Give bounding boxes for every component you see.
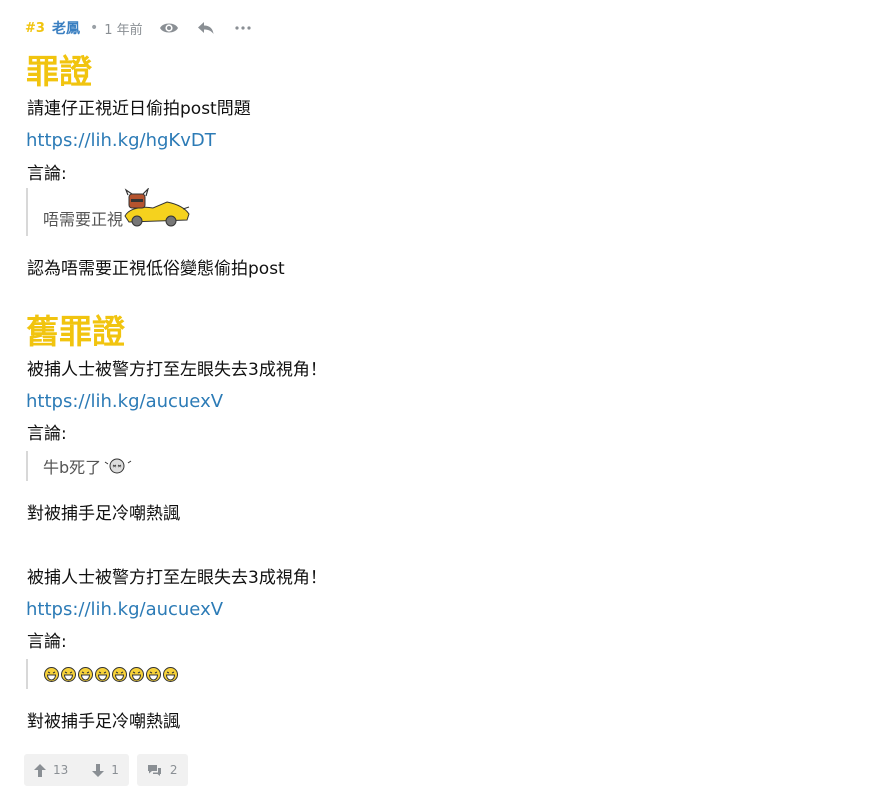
laughing-face-icon <box>61 666 76 682</box>
post-header: #3 老鳳 • 1 年前 <box>25 16 253 40</box>
replies-count: 2 <box>169 763 178 777</box>
comment-text: 對被捕手足冷嘲熱諷 <box>27 712 180 732</box>
quote-text: 唔需要正視 <box>43 210 124 229</box>
emoji-row <box>43 666 179 683</box>
laughing-face-icon <box>112 666 127 682</box>
author-name[interactable]: 老鳳 <box>52 18 80 38</box>
section-text: 請連仔正視近日偷拍post問題 <box>27 99 251 119</box>
laughing-face-icon <box>95 666 110 682</box>
blockquote <box>26 659 179 689</box>
comment-text: 對被捕手足冷嘲熱諷 <box>27 504 180 524</box>
separator-dot: • <box>89 20 99 36</box>
downvote-count: 1 <box>111 763 119 777</box>
section-title-old-evidence: 舊罪證 <box>26 312 125 351</box>
post-time: 1 年前 <box>104 22 143 38</box>
thumbs-up-icon <box>34 763 46 777</box>
car-sticker-icon <box>123 188 191 228</box>
section-title-evidence: 罪證 <box>26 52 92 91</box>
evidence-link[interactable]: https://lih.kg/aucuexV <box>26 598 223 622</box>
laughing-face-icon <box>44 666 59 682</box>
eye-icon[interactable] <box>159 18 179 38</box>
replies-button[interactable]: 2 <box>136 754 188 786</box>
remarks-label: 言論: <box>27 424 67 444</box>
quote-text: 牛b死了 <box>43 458 102 477</box>
laughing-face-icon <box>78 666 93 682</box>
comments-icon <box>147 764 161 776</box>
laughing-face-icon <box>146 666 161 682</box>
more-options-icon[interactable] <box>233 18 253 38</box>
section-text: 被捕人士被警方打至左眼失去3成視角！ <box>27 568 327 588</box>
evidence-link[interactable]: https://lih.kg/hgKvDT <box>26 129 216 153</box>
blockquote: 唔需要正視 <box>26 188 191 236</box>
dizzy-face-icon <box>103 456 133 476</box>
section-text: 被捕人士被警方打至左眼失去3成視角！ <box>27 360 327 380</box>
upvote-button[interactable]: 13 <box>34 763 68 777</box>
upvote-count: 13 <box>53 763 69 777</box>
laughing-face-icon <box>163 666 178 682</box>
comment-text: 認為唔需要正視低俗變態偷拍post <box>27 259 285 279</box>
vote-buttons: 13 1 <box>24 754 129 786</box>
downvote-button[interactable]: 1 <box>92 763 119 777</box>
remarks-label: 言論: <box>27 632 67 652</box>
reply-icon[interactable] <box>196 18 216 38</box>
laughing-face-icon <box>129 666 144 682</box>
thumbs-down-icon <box>92 763 105 777</box>
post-footer: 13 1 2 <box>24 754 196 786</box>
floor-number[interactable]: #3 <box>25 21 45 36</box>
blockquote: 牛b死了 <box>26 451 133 481</box>
evidence-link[interactable]: https://lih.kg/aucuexV <box>26 390 223 414</box>
remarks-label: 言論: <box>27 164 67 184</box>
